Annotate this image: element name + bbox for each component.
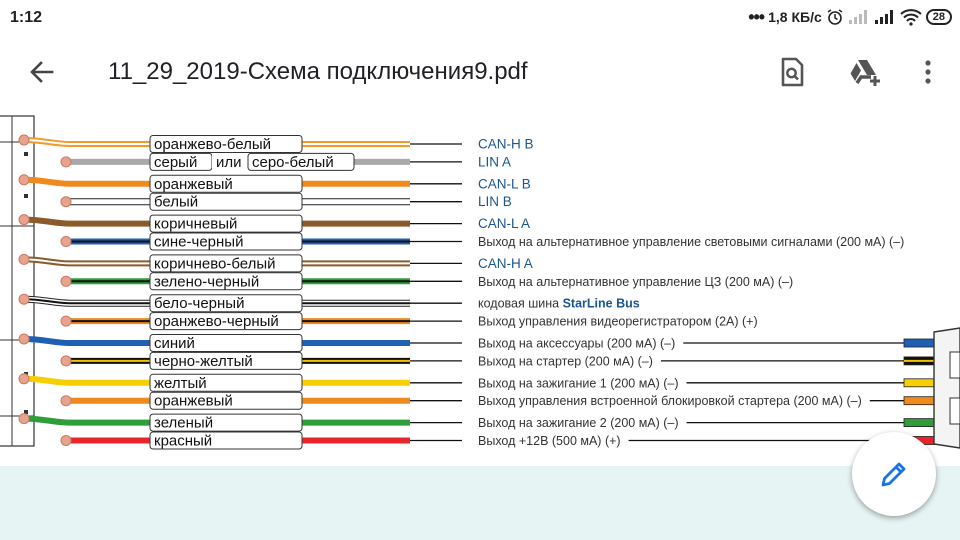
wire-description: Выход на зажигание 1 (200 мА) (–)	[478, 376, 679, 390]
wire-description: CAN-H A	[478, 256, 533, 271]
wire-description: Выход на альтернативное управление ЦЗ (2…	[478, 275, 793, 289]
wire-description: Выход на альтернативное управление свето…	[478, 235, 904, 249]
app-bar: 11_29_2019-Схема подключения9.pdf	[0, 36, 960, 109]
wire-pin	[60, 236, 72, 247]
output-connector-slot	[949, 351, 960, 379]
wire-label: зеленый	[154, 415, 213, 432]
wire-pin	[18, 373, 30, 385]
wire-label: черно-желтый	[154, 353, 253, 370]
signal-icon-2	[874, 10, 893, 24]
wire-description: Выход на аксессуары (200 мА) (–)	[478, 337, 675, 351]
wire-description: Выход на зажигание 2 (200 мА) (–)	[478, 416, 679, 430]
edit-button[interactable]	[852, 432, 936, 516]
wire-label: оранжево-белый	[154, 136, 271, 153]
connector-pin-mark	[24, 152, 28, 156]
wire-pin	[18, 214, 30, 226]
wiring-diagram: оранжево-белый CAN-H B серый или серо-белый L…	[0, 115, 960, 450]
document-title: 11_29_2019-Схема подключения9.pdf	[108, 58, 528, 85]
wire-description: CAN-L A	[478, 216, 530, 231]
wire-label: оранжево-черный	[154, 313, 279, 330]
wire-label: сине-черный	[154, 234, 243, 251]
wire-pin	[18, 253, 30, 265]
wire-label: коричнево-белый	[154, 255, 276, 272]
status-icons: ••• 1,8 КБ/с 28	[748, 8, 952, 26]
wire-pin	[60, 315, 72, 327]
wire-pin	[60, 275, 72, 287]
alarm-icon	[827, 9, 843, 25]
arrow-back-icon[interactable]	[26, 56, 58, 88]
wire-pin	[18, 293, 30, 305]
wire-pin	[60, 156, 72, 168]
wifi-icon	[900, 9, 922, 26]
pdf-page-view[interactable]: оранжево-белый CAN-H B серый или серо-белый L…	[0, 108, 960, 466]
drive-add-icon[interactable]	[846, 54, 882, 90]
connector-outline	[0, 115, 35, 447]
wire-description: CAN-L B	[478, 176, 531, 191]
status-bar: 1:12 ••• 1,8 КБ/с 28	[0, 0, 960, 36]
wire-description: Выход управления видеорегистратором (2А)…	[478, 315, 758, 329]
wire-pin	[18, 333, 30, 345]
wire-label: бело-черный	[154, 295, 244, 312]
wire-label: оранжевый	[154, 176, 233, 193]
wire-label: желтый	[154, 375, 207, 392]
edit-pencil-icon	[881, 462, 906, 487]
wire-label: коричневый	[154, 216, 237, 233]
output-connector	[933, 327, 960, 449]
wire-pin	[18, 174, 30, 186]
wire-description: Выход на стартер (200 мА) (–)	[478, 354, 653, 368]
battery-level: 28	[925, 9, 952, 25]
connector-pin-mark	[24, 194, 28, 198]
wire-label-alt: серо-белый	[252, 154, 334, 171]
wire-description: Выход управления встроенной блокировкой …	[478, 394, 862, 408]
wire-pin	[18, 134, 30, 146]
more-vert-icon[interactable]	[910, 54, 946, 90]
output-connector-slot	[949, 397, 960, 425]
wire-label-or: или	[216, 154, 242, 171]
wire-description: LIN B	[478, 194, 512, 209]
wire-pin	[60, 196, 72, 208]
wire-label: белый	[154, 194, 198, 211]
wire-description: LIN A	[478, 154, 511, 169]
wire-label: синий	[154, 335, 195, 352]
signal-icon	[848, 10, 867, 24]
wire-description: CAN-H B	[478, 137, 534, 152]
wire-pin	[60, 395, 72, 407]
wire-label: оранжевый	[154, 393, 233, 410]
notification-dots-icon: •••	[748, 7, 765, 27]
wire-pin	[60, 435, 72, 446]
wire-label: красный	[154, 433, 212, 450]
find-in-document-icon[interactable]	[774, 54, 810, 90]
wire-description: Выход +12В (500 мА) (+)	[478, 434, 621, 448]
network-speed: 1,8 КБ/с	[768, 9, 822, 25]
page-background	[0, 466, 960, 540]
wire-pin	[18, 413, 30, 425]
wire-label: серый	[154, 154, 197, 171]
wire-label: зелено-черный	[154, 273, 259, 290]
status-time: 1:12	[10, 9, 43, 26]
wire-description: кодовая шина StarLine Bus	[478, 297, 640, 311]
wire-pin	[60, 355, 72, 367]
